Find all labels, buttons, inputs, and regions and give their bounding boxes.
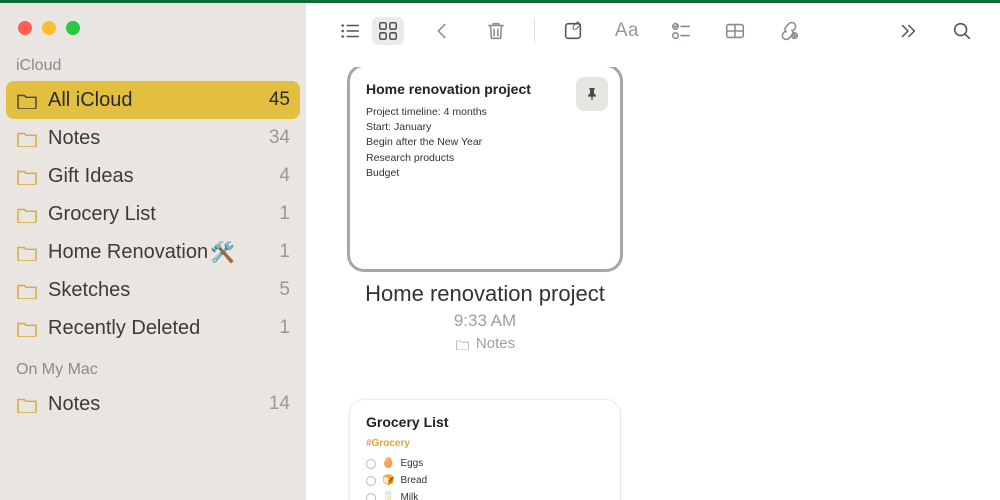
sidebar-folder-all-icloud[interactable]: All iCloud 45 xyxy=(6,81,300,119)
sidebar-folder-grocery-list[interactable]: Grocery List 1 xyxy=(0,195,306,233)
folder-count: 4 xyxy=(266,165,290,187)
gallery-view-button[interactable] xyxy=(372,17,404,45)
hammer-wrench-icon: 🛠️ xyxy=(210,240,235,265)
folder-icon xyxy=(16,91,38,109)
sidebar: iCloud All iCloud 45 Notes 34 Gift Ideas… xyxy=(0,3,306,500)
pin-icon xyxy=(584,85,600,103)
note-item[interactable]: Grocery List #Grocery 🥚 Eggs 🍞 Bread 🥛 Milk… xyxy=(350,400,620,500)
folder-count: 1 xyxy=(266,317,290,339)
note-card-body: Project timeline: 4 months Start: Januar… xyxy=(366,105,604,181)
sidebar-folder-home-renovation[interactable]: Home Renovation🛠️ 1 xyxy=(0,233,306,271)
folder-name: Home Renovation🛠️ xyxy=(48,240,256,265)
sidebar-folder-sketches[interactable]: Sketches 5 xyxy=(0,271,306,309)
minimize-window-button[interactable] xyxy=(42,21,56,35)
folder-count: 5 xyxy=(266,279,290,301)
note-card[interactable]: Grocery List #Grocery 🥚 Eggs 🍞 Bread 🥛 Milk… xyxy=(350,400,620,500)
note-card-tag: #Grocery xyxy=(366,438,604,449)
app-frame: iCloud All iCloud 45 Notes 34 Gift Ideas… xyxy=(0,3,1000,500)
list-icon xyxy=(339,20,361,42)
note-time: 9:33 AM xyxy=(365,311,605,331)
grid-icon xyxy=(377,20,399,42)
folder-icon xyxy=(16,281,38,299)
search-button[interactable] xyxy=(946,17,978,45)
note-folder: Notes xyxy=(365,335,605,352)
item-text: Eggs xyxy=(400,455,423,472)
check-circle-icon xyxy=(366,476,376,486)
link-button[interactable] xyxy=(773,17,805,45)
new-note-button[interactable] xyxy=(557,17,589,45)
close-window-button[interactable] xyxy=(18,21,32,35)
folder-count: 1 xyxy=(266,241,290,263)
delete-button[interactable] xyxy=(480,17,512,45)
note-meta: Home renovation project 9:33 AM Notes xyxy=(365,281,605,352)
item-emoji: 🥛 xyxy=(382,489,394,500)
item-emoji: 🍞 xyxy=(382,472,394,489)
folder-name: All iCloud xyxy=(48,89,256,112)
item-emoji: 🥚 xyxy=(382,455,394,472)
folder-icon xyxy=(16,395,38,413)
item-text: Milk xyxy=(400,489,418,500)
folder-count: 14 xyxy=(266,393,290,415)
note-card-checklist: 🥚Eggs 🍞Bread 🥛Milk 🍰Cake 🍅Tomatoes 🥔Pota… xyxy=(366,455,604,500)
note-card-title: Grocery List xyxy=(366,414,604,430)
sidebar-folder-notes[interactable]: Notes 34 xyxy=(0,119,306,157)
folder-name: Grocery List xyxy=(48,203,256,226)
table-button[interactable] xyxy=(719,17,751,45)
sidebar-folder-local-notes[interactable]: Notes 14 xyxy=(0,385,306,423)
checklist-button[interactable] xyxy=(665,17,697,45)
sidebar-section-label: On My Mac xyxy=(0,357,306,385)
folder-icon xyxy=(16,167,38,185)
checklist-icon xyxy=(670,20,692,42)
sidebar-folder-recently-deleted[interactable]: Recently Deleted 1 xyxy=(0,309,306,347)
check-circle-icon xyxy=(366,459,376,469)
view-mode-group xyxy=(334,17,404,45)
pin-badge xyxy=(576,77,608,111)
folder-name: Recently Deleted xyxy=(48,317,256,340)
compose-icon xyxy=(562,20,584,42)
folder-name: Sketches xyxy=(48,279,256,302)
note-card-title: Home renovation project xyxy=(366,81,604,97)
search-icon xyxy=(951,20,973,42)
folder-name: Notes xyxy=(48,127,256,150)
toolbar: Aa xyxy=(306,3,1000,67)
folder-name: Gift Ideas xyxy=(48,165,256,188)
toolbar-divider xyxy=(534,19,535,43)
note-title: Home renovation project xyxy=(365,281,605,307)
folder-count: 45 xyxy=(266,89,290,111)
table-icon xyxy=(724,20,746,42)
more-button[interactable] xyxy=(892,17,924,45)
folder-count: 1 xyxy=(266,203,290,225)
note-card[interactable]: Home renovation project Project timeline… xyxy=(350,67,620,269)
note-item[interactable]: Home renovation project Project timeline… xyxy=(350,67,620,352)
folder-icon xyxy=(16,319,38,337)
check-circle-icon xyxy=(366,493,376,500)
zoom-window-button[interactable] xyxy=(66,21,80,35)
format-button[interactable]: Aa xyxy=(611,17,643,45)
list-view-button[interactable] xyxy=(334,17,366,45)
folder-icon xyxy=(455,338,470,350)
item-text: Bread xyxy=(400,472,427,489)
back-button[interactable] xyxy=(426,17,458,45)
main-pane: Aa xyxy=(306,3,1000,500)
note-folder-name: Notes xyxy=(476,335,515,352)
folder-name: Notes xyxy=(48,393,256,416)
chevrons-right-icon xyxy=(897,20,919,42)
folder-count: 34 xyxy=(266,127,290,149)
folder-icon xyxy=(16,129,38,147)
notes-gallery: Home renovation project Project timeline… xyxy=(306,67,1000,500)
sidebar-section-label: iCloud xyxy=(0,53,306,81)
link-icon xyxy=(778,20,800,42)
folder-icon xyxy=(16,243,38,261)
chevron-left-icon xyxy=(431,20,453,42)
window-controls xyxy=(0,13,306,53)
trash-icon xyxy=(485,20,507,42)
folder-icon xyxy=(16,205,38,223)
sidebar-folder-gift-ideas[interactable]: Gift Ideas 4 xyxy=(0,157,306,195)
